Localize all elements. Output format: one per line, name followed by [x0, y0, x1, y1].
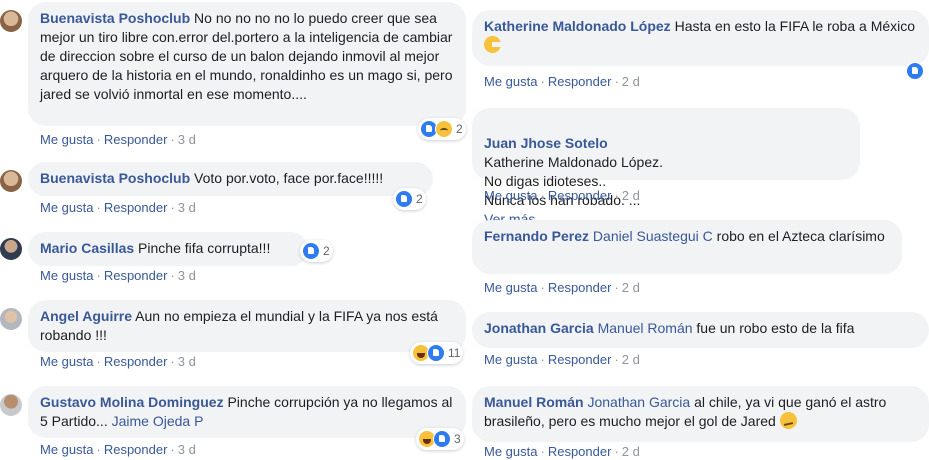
avatar[interactable] [0, 308, 22, 330]
comment-actions: Me gusta · Responder · 3 d [40, 354, 196, 369]
comment-actions: Me gusta · Responder · 2 d [484, 444, 640, 459]
reply-link[interactable]: Responder [548, 74, 612, 89]
comment-bubble: Jonathan Garcia Manuel Román fue un robo… [472, 312, 929, 348]
comment-author[interactable]: Gustavo Molina Dominguez [40, 394, 224, 410]
reaction-count: 2 [323, 244, 330, 258]
reaction-summary[interactable]: 11 [410, 342, 464, 364]
comment-time[interactable]: 2 d [622, 280, 640, 295]
like-link[interactable]: Me gusta [484, 74, 537, 89]
reaction-count: 11 [448, 346, 461, 360]
comment-author[interactable]: Manuel Román [484, 394, 584, 410]
reaction-count: 2 [456, 122, 463, 136]
reaction-summary[interactable]: 2 [393, 188, 426, 210]
comment-bubble: Angel Aguirre Aun no empieza el mundial … [28, 300, 466, 352]
comment-time[interactable]: 3 d [178, 442, 196, 457]
comment-bubble: Gustavo Molina Dominguez Pinche corrupci… [28, 386, 466, 438]
comment-mention[interactable]: Jonathan Garcia [587, 394, 690, 410]
reaction-summary[interactable]: 3 [416, 428, 464, 450]
reaction-summary[interactable]: 2 [418, 118, 466, 140]
comment-text: fue un robo esto de la fifa [696, 320, 855, 336]
reaction-summary[interactable]: 2 [300, 240, 333, 262]
reply-link[interactable]: Responder [104, 442, 168, 457]
comment-author[interactable]: Buenavista Poshoclub [40, 10, 190, 26]
comment-mention[interactable]: Daniel Suastegui C [593, 228, 713, 244]
comment-text: Hasta en esto la FIFA le roba a México [674, 18, 916, 34]
reply-link[interactable]: Responder [548, 280, 612, 295]
comment-bubble: Juan Jhose Sotelo Katherine Maldonado Ló… [472, 108, 860, 227]
comment-author[interactable]: Mario Casillas [40, 240, 134, 256]
comment-time[interactable]: 3 d [178, 200, 196, 215]
comment-text: Pinche fifa corrupta!!! [138, 240, 271, 256]
comment-author[interactable]: Jonathan Garcia [484, 320, 594, 336]
like-icon [302, 242, 320, 260]
comment-bubble: Buenavista Poshoclub Voto por.voto, face… [28, 162, 433, 196]
comment-time[interactable]: 3 d [178, 132, 196, 147]
comment-bubble: Mario Casillas Pinche fifa corrupta!!! [28, 232, 308, 266]
comment-author[interactable]: Juan Jhose Sotelo [484, 135, 608, 151]
comment-time[interactable]: 3 d [178, 268, 196, 283]
comment-actions: Me gusta · Responder · 3 d [40, 200, 196, 215]
comment-time[interactable]: 2 d [622, 74, 640, 89]
comment-bubble: Manuel Román Jonathan Garcia al chile, y… [472, 386, 929, 442]
comment-bubble: Buenavista Poshoclub No no no no no lo p… [28, 2, 466, 126]
like-link[interactable]: Me gusta [484, 188, 537, 203]
comment-text: robo en el Azteca clarísimo [716, 228, 885, 244]
reaction-count: 3 [454, 432, 461, 446]
like-link[interactable]: Me gusta [40, 442, 93, 457]
avatar[interactable] [0, 10, 22, 32]
like-link[interactable]: Me gusta [484, 352, 537, 367]
comment-author[interactable]: Angel Aguirre [40, 308, 132, 324]
reply-link[interactable]: Responder [548, 444, 612, 459]
avatar[interactable] [0, 394, 22, 416]
comment-actions: Me gusta · Responder · 3 d [40, 268, 196, 283]
comment-actions: Me gusta · Responder · 2 d [484, 280, 640, 295]
reply-link[interactable]: Responder [548, 188, 612, 203]
pacman-icon [484, 36, 501, 53]
like-link[interactable]: Me gusta [40, 200, 93, 215]
like-icon [427, 344, 445, 362]
comment-mention[interactable]: Manuel Román [598, 320, 693, 336]
avatar[interactable] [0, 238, 22, 260]
reply-link[interactable]: Responder [104, 132, 168, 147]
comment-actions: Me gusta · Responder · 2 d [484, 352, 640, 367]
like-link[interactable]: Me gusta [40, 354, 93, 369]
reply-link[interactable]: Responder [104, 354, 168, 369]
comment-mention[interactable]: Jaime Ojeda P [112, 413, 204, 429]
comment-author[interactable]: Katherine Maldonado López [484, 18, 671, 34]
like-icon [433, 430, 451, 448]
reply-link[interactable]: Responder [548, 352, 612, 367]
comment-actions: Me gusta · Responder · 2 d [484, 74, 640, 89]
comment-time[interactable]: 2 d [622, 352, 640, 367]
sad-icon [435, 120, 453, 138]
comment-author[interactable]: Fernando Perez [484, 228, 589, 244]
like-icon[interactable] [906, 62, 924, 80]
like-icon [395, 190, 413, 208]
avatar[interactable] [0, 170, 22, 192]
comment-text: Voto por.voto, face por.face!!!!! [194, 170, 384, 186]
comment-time[interactable]: 3 d [178, 354, 196, 369]
like-link[interactable]: Me gusta [484, 280, 537, 295]
comment-time[interactable]: 2 d [622, 188, 640, 203]
confused-face-icon [779, 412, 797, 429]
comment-actions: Me gusta · Responder · 2 d [484, 188, 640, 203]
comment-author[interactable]: Buenavista Poshoclub [40, 170, 190, 186]
comment-time[interactable]: 2 d [622, 444, 640, 459]
comment-actions: Me gusta · Responder · 3 d [40, 132, 196, 147]
reply-link[interactable]: Responder [104, 200, 168, 215]
like-link[interactable]: Me gusta [484, 444, 537, 459]
comment-bubble: Fernando Perez Daniel Suastegui C robo e… [472, 220, 902, 274]
reaction-count: 2 [416, 192, 423, 206]
like-link[interactable]: Me gusta [40, 268, 93, 283]
comment-actions: Me gusta · Responder · 3 d [40, 442, 196, 457]
like-link[interactable]: Me gusta [40, 132, 93, 147]
comment-bubble: Katherine Maldonado López Hasta en esto … [472, 10, 929, 66]
reply-link[interactable]: Responder [104, 268, 168, 283]
